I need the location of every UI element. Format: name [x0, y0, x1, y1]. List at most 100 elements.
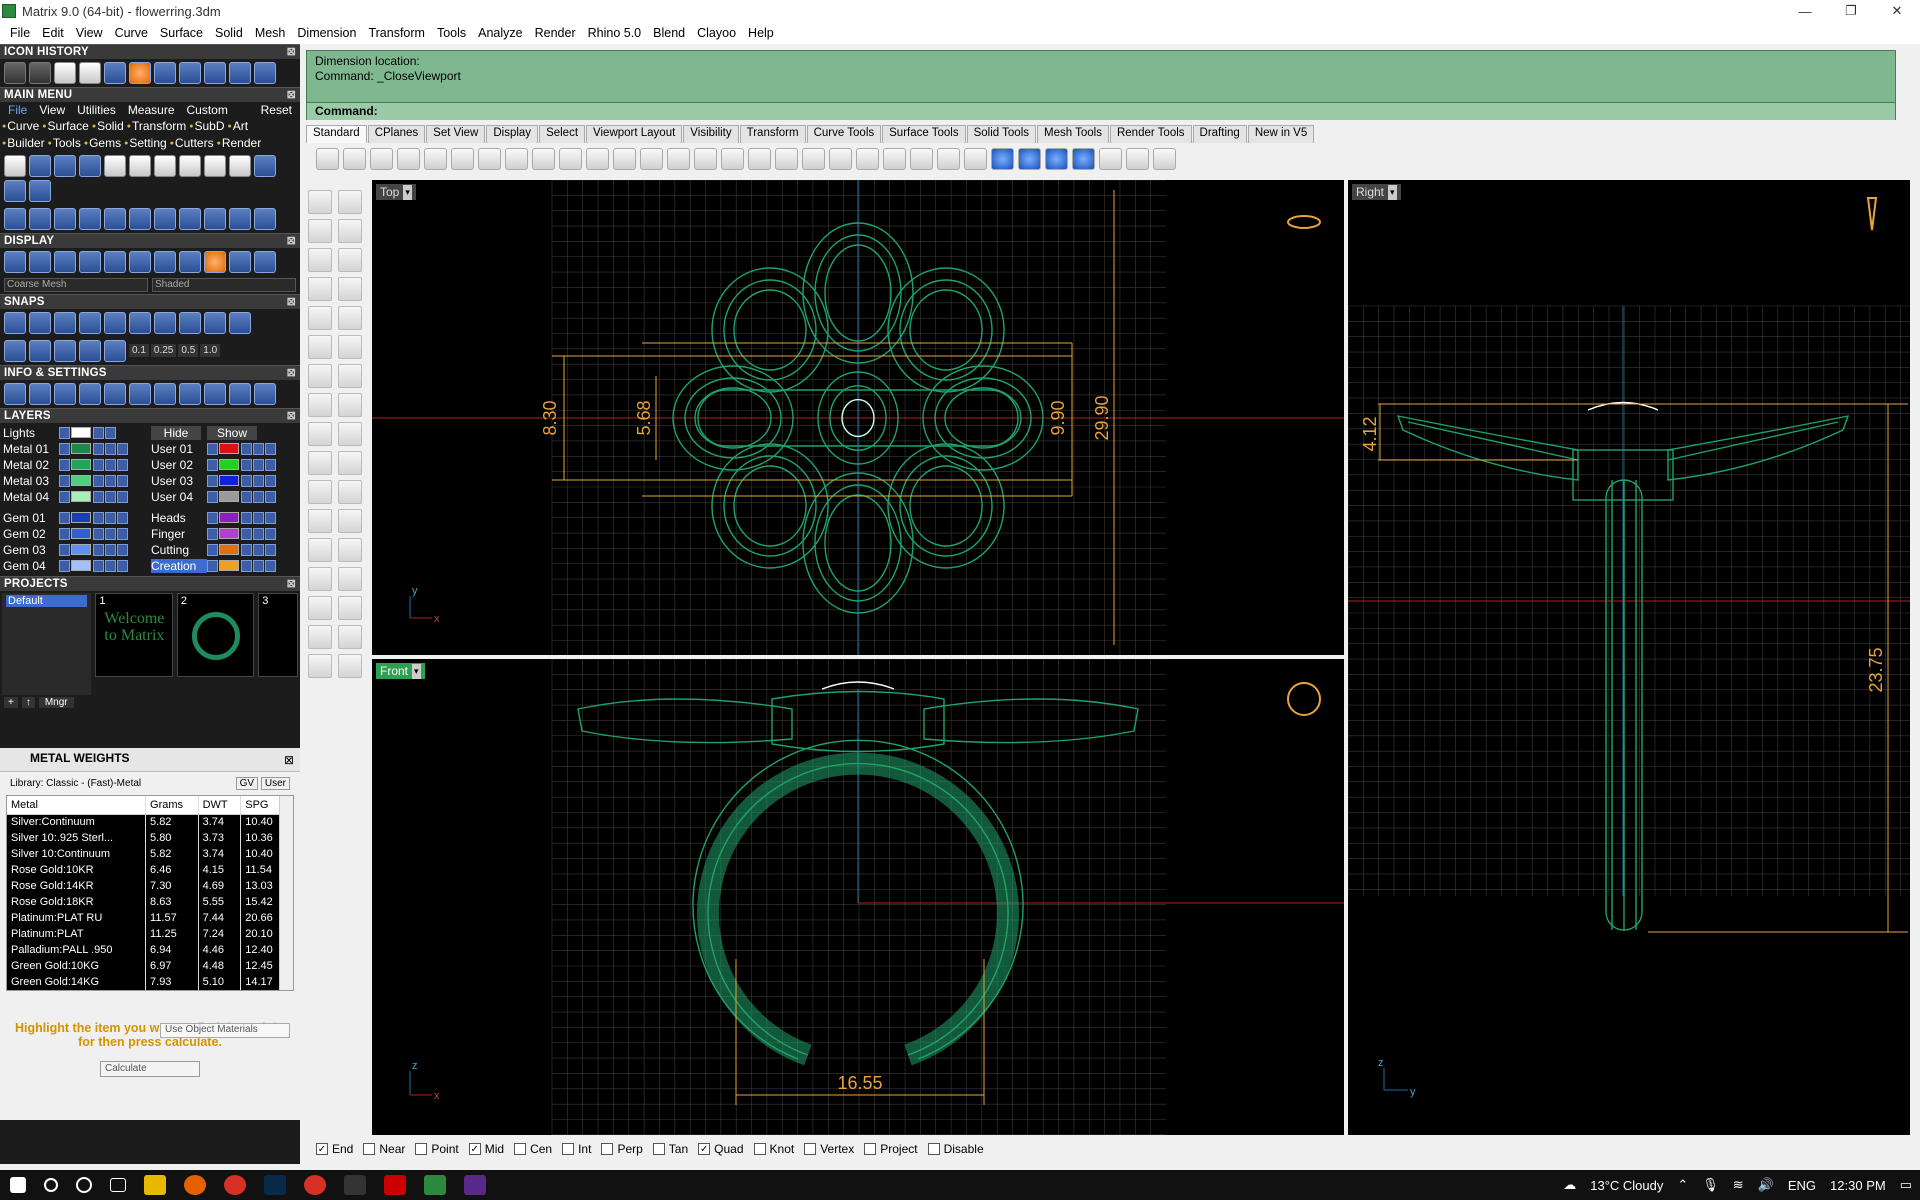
draw-tool-icon[interactable] [338, 538, 362, 562]
toolbar-tool-icon[interactable] [694, 148, 717, 170]
layer-name[interactable]: Heads [151, 511, 207, 525]
layer-color-swatch[interactable] [71, 443, 91, 455]
layer-color-swatch[interactable] [219, 443, 239, 455]
main-menu-link[interactable]: Transform [127, 118, 186, 135]
project-thumb[interactable]: 3 [258, 592, 298, 677]
layer-name[interactable]: Metal 02 [3, 458, 59, 472]
draw-tool-icon[interactable] [338, 509, 362, 533]
viewport-label-right[interactable]: Right ▾ [1352, 184, 1401, 200]
restore-button[interactable]: ❐ [1828, 0, 1874, 22]
tool-icon[interactable] [204, 207, 226, 230]
table-row[interactable]: Platinum:PLAT RU 11.57 7.44 20.66 [7, 910, 287, 926]
toolbar-tool-icon[interactable] [937, 148, 960, 170]
display-mode-icon[interactable] [4, 250, 26, 273]
layer-toggle[interactable] [207, 559, 218, 572]
table-row[interactable]: Green Gold:14KG 7.93 5.10 14.17 [7, 974, 287, 990]
layer-toggle[interactable] [207, 442, 218, 455]
layer-toggle[interactable] [59, 559, 70, 572]
tool-icon[interactable] [4, 179, 26, 202]
user-toggle[interactable]: User [260, 777, 290, 790]
layer-toggle[interactable] [59, 474, 70, 487]
sphere-icon[interactable] [129, 62, 151, 84]
table-scrollbar[interactable] [279, 796, 293, 990]
close-icon[interactable]: ⊠ [287, 234, 296, 248]
layer-toggle[interactable] [105, 458, 116, 471]
toolbar-tab[interactable]: Display [486, 125, 539, 143]
toolbar-tool-icon[interactable] [829, 148, 852, 170]
display-mode-icon[interactable] [254, 250, 276, 273]
layer-toggle[interactable] [117, 511, 128, 524]
layer-name[interactable]: Gem 01 [3, 511, 59, 525]
layer-toggle[interactable] [59, 426, 70, 439]
layer-toggle[interactable] [105, 426, 116, 439]
layer-toggle[interactable] [207, 474, 218, 487]
calculate-button[interactable]: Calculate [100, 1061, 200, 1077]
close-icon[interactable]: ⊠ [284, 750, 294, 770]
microphone-icon[interactable]: 🎙 [1702, 1177, 1719, 1193]
osnap-project[interactable]: Project [864, 1142, 918, 1156]
save-icon[interactable] [54, 62, 76, 84]
osnap-knot[interactable]: Knot [753, 1142, 794, 1156]
main-menu-link[interactable]: Curve [2, 118, 39, 135]
table-row[interactable]: Palladium:PALL .950 6.94 4.46 12.40 [7, 942, 287, 958]
snap-icon[interactable] [204, 311, 226, 334]
layer-toggle[interactable] [117, 458, 128, 471]
draw-tool-icon[interactable] [338, 422, 362, 446]
info-icon[interactable] [154, 382, 176, 405]
toolbar-tab[interactable]: Mesh Tools [1037, 125, 1109, 143]
checkbox[interactable] [864, 1143, 877, 1155]
toolbar-tab[interactable]: Select [539, 125, 586, 143]
osnap-cen[interactable]: Cen [514, 1142, 552, 1156]
menu-item[interactable]: Help [742, 26, 780, 40]
lock-icon[interactable] [93, 527, 104, 540]
use-object-materials[interactable]: Use Object Materials [160, 1023, 290, 1038]
display-mode-icon[interactable] [104, 250, 126, 273]
lock-icon[interactable] [93, 559, 104, 572]
osnap-int[interactable]: Int [562, 1142, 591, 1156]
lock-icon[interactable] [93, 490, 104, 503]
layer-toggle[interactable] [59, 458, 70, 471]
toolbar-tab[interactable]: Surface Tools [882, 125, 966, 143]
snap-value[interactable]: 0.25 [150, 344, 177, 358]
checkbox[interactable] [753, 1143, 766, 1155]
display-mode-icon[interactable] [29, 250, 51, 273]
table-row[interactable]: Rose Gold:14KR 7.30 4.69 13.03 [7, 878, 287, 894]
draw-tool-icon[interactable] [308, 480, 332, 504]
toolbar-tool-icon[interactable] [424, 148, 447, 170]
draw-tool-icon[interactable] [308, 596, 332, 620]
menu-item[interactable]: File [4, 26, 36, 40]
toolbar-tool-icon[interactable] [991, 148, 1014, 170]
draw-tool-icon[interactable] [338, 277, 362, 301]
layer-toggle[interactable] [59, 543, 70, 556]
toolbar-tab[interactable]: Set View [426, 125, 486, 143]
task-view-icon[interactable] [110, 1178, 126, 1192]
main-menu-link[interactable]: Render [217, 135, 261, 152]
tool-icon[interactable] [229, 154, 251, 177]
toolbar-tab[interactable]: Drafting [1192, 125, 1247, 143]
menu-item[interactable]: Clayoo [691, 26, 742, 40]
layer-name[interactable]: User 01 [151, 442, 207, 456]
history-tool-icon[interactable] [29, 62, 51, 84]
tool-icon[interactable] [229, 207, 251, 230]
chevron-up-icon[interactable]: ⌃ [1677, 1177, 1688, 1193]
main-menu-link[interactable]: Cutters [170, 135, 214, 152]
layer-toggle[interactable] [207, 527, 218, 540]
layer-toggle[interactable] [253, 543, 264, 556]
chevron-down-icon[interactable]: ▾ [403, 184, 412, 200]
snap-icon[interactable] [79, 339, 101, 362]
lock-icon[interactable] [241, 442, 252, 455]
draw-tool-icon[interactable] [308, 393, 332, 417]
lock-icon[interactable] [93, 543, 104, 556]
layer-toggle[interactable] [207, 490, 218, 503]
tool-icon[interactable] [154, 207, 176, 230]
viewport-front[interactable]: 16.55 z x Front ▾ [372, 659, 1344, 1135]
draw-tool-icon[interactable] [308, 277, 332, 301]
snap-icon[interactable] [54, 339, 76, 362]
toolbar-tool-icon[interactable] [478, 148, 501, 170]
layer-toggle[interactable] [265, 527, 276, 540]
osnap-perp[interactable]: Perp [601, 1142, 643, 1156]
toolbar-tab[interactable]: Transform [739, 125, 806, 143]
menu-item[interactable]: Dimension [291, 26, 362, 40]
toolbar-tool-icon[interactable] [451, 148, 474, 170]
layer-name[interactable]: Metal 03 [3, 474, 59, 488]
